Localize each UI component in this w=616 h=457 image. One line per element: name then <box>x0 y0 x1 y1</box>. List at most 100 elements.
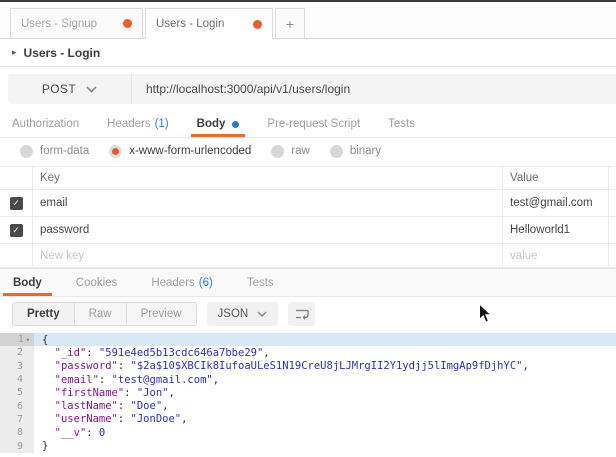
body-type-x-www-form-urlencoded[interactable]: x-www-form-urlencoded <box>109 145 251 158</box>
line-number: 9 <box>0 439 34 452</box>
body-type-label: binary <box>350 145 381 157</box>
view-mode-raw[interactable]: Raw <box>74 302 127 326</box>
line-number-text: 1 <box>18 334 24 345</box>
param-value-input[interactable]: test@gmail.com <box>503 190 609 216</box>
body-type-raw[interactable]: raw <box>271 145 310 158</box>
code-line: 3 "password": "$2a$10$XBCIk8IufoaULeS1N1… <box>0 360 616 373</box>
json-token <box>42 427 55 439</box>
json-token: "__v" <box>55 427 87 439</box>
json-token: "_id" <box>55 347 87 359</box>
json-token <box>42 360 55 372</box>
unsaved-dot-icon <box>253 20 262 29</box>
body-type-binary[interactable]: binary <box>330 145 381 158</box>
json-token: : <box>118 413 131 425</box>
param-key-input[interactable]: password <box>33 217 503 243</box>
radio-icon <box>20 145 33 158</box>
line-number: 5 <box>0 386 34 399</box>
json-token: } <box>42 440 48 452</box>
response-tab-label: Body <box>13 277 42 289</box>
radio-selected-dot-icon <box>112 148 119 155</box>
code-line-content: "firstName": "Jon", <box>34 386 616 399</box>
line-number: 8 <box>0 426 34 439</box>
body-type-form-data[interactable]: form-data <box>20 145 89 158</box>
json-token <box>42 413 55 425</box>
json-token: : <box>86 427 99 439</box>
json-token: "Jon" <box>137 387 169 399</box>
json-token: "password" <box>55 360 118 372</box>
json-token: "Doe" <box>131 400 163 412</box>
param-row-password: ✓ passwordHelloworld1 <box>0 217 616 244</box>
line-number-text: 6 <box>17 401 23 412</box>
response-tab-label: Cookies <box>76 277 118 289</box>
response-tab-headers[interactable]: Headers(6) <box>141 269 223 296</box>
response-tab-cookies[interactable]: Cookies <box>66 269 128 296</box>
row-spacer-cell <box>609 217 616 243</box>
unsaved-dot-icon <box>123 19 132 28</box>
wrap-text-button[interactable] <box>288 302 315 326</box>
request-tab-label: Pre-request Script <box>267 118 360 130</box>
line-number: 2 <box>0 346 34 359</box>
row-spacer-cell <box>609 190 616 216</box>
line-number-text: 5 <box>17 387 23 398</box>
json-token: , <box>162 400 168 412</box>
fold-caret-icon[interactable]: ▾ <box>26 336 30 344</box>
code-line-content: { <box>34 333 616 346</box>
new-tab-button[interactable]: + <box>275 8 305 38</box>
view-mode-preview[interactable]: Preview <box>126 302 197 326</box>
new-value-input[interactable]: value <box>503 244 609 267</box>
json-token: : <box>99 374 112 386</box>
new-key-input[interactable]: New key <box>33 244 503 267</box>
tab-users-signup[interactable]: Users - Signup <box>10 8 143 38</box>
json-token: "email" <box>55 374 99 386</box>
code-line: 6 "lastName": "Doe", <box>0 399 616 412</box>
response-tab-tests[interactable]: Tests <box>237 269 284 296</box>
view-mode-group: PrettyRawPreview <box>12 302 197 326</box>
new-row-checkbox-cell <box>0 244 33 267</box>
request-tab-authorization[interactable]: Authorization <box>6 111 85 137</box>
radio-icon <box>330 145 343 158</box>
param-key-input[interactable]: email <box>33 190 503 216</box>
key-column-header: Key <box>33 167 503 189</box>
method-select[interactable]: POST <box>8 74 132 104</box>
code-line-content: "userName": "JonDoe", <box>34 413 616 426</box>
code-line: 9} <box>0 439 616 452</box>
request-tab-count: (1) <box>155 118 169 130</box>
json-token <box>42 374 55 386</box>
new-row-spacer-cell <box>609 244 616 267</box>
body-type-label: raw <box>291 145 310 157</box>
json-token: , <box>522 360 528 372</box>
response-tab-body[interactable]: Body <box>3 269 52 296</box>
response-tab-label: Headers <box>151 277 194 289</box>
request-tab-headers[interactable]: Headers(1) <box>101 111 175 137</box>
request-tab-tests[interactable]: Tests <box>382 111 421 137</box>
json-token: , <box>213 374 219 386</box>
checkbox-email[interactable]: ✓ <box>10 197 23 210</box>
checkbox-cell: ✓ <box>0 217 33 243</box>
request-tab-pre-request-script[interactable]: Pre-request Script <box>261 111 366 137</box>
value-column-header: Value <box>503 167 609 189</box>
code-line: 4 "email": "test@gmail.com", <box>0 373 616 386</box>
header-spacer-cell <box>609 167 616 189</box>
code-line-content: "_id": "591e4ed5b13cdc646a7bbe29", <box>34 346 616 359</box>
param-row-email: ✓ emailtest@gmail.com <box>0 190 616 217</box>
request-tab-body[interactable]: Body <box>191 111 246 137</box>
url-input[interactable]: http://localhost:3000/api/v1/users/login <box>132 82 350 96</box>
json-token <box>42 347 55 359</box>
request-collapse-header[interactable]: ▸ Users - Login <box>0 39 616 67</box>
json-token: , <box>181 413 187 425</box>
line-number-text: 2 <box>17 347 23 358</box>
url-row: POST http://localhost:3000/api/v1/users/… <box>0 67 616 111</box>
view-mode-pretty[interactable]: Pretty <box>12 302 75 326</box>
format-select[interactable]: JSON <box>207 302 279 326</box>
header-checkbox-cell <box>0 167 33 189</box>
json-token: "591e4ed5b13cdc646a7bbe29" <box>99 347 263 359</box>
code-line: 2 "_id": "591e4ed5b13cdc646a7bbe29", <box>0 346 616 359</box>
json-token: , <box>263 347 269 359</box>
param-value-input[interactable]: Helloworld1 <box>503 217 609 243</box>
checkbox-password[interactable]: ✓ <box>10 224 23 237</box>
tab-users-login[interactable]: Users - Login <box>145 8 273 39</box>
collapse-caret-icon[interactable]: ▸ <box>12 47 17 58</box>
request-tab-label: Authorization <box>12 118 79 130</box>
line-number: 7 <box>0 413 34 426</box>
json-token: : <box>124 387 137 399</box>
